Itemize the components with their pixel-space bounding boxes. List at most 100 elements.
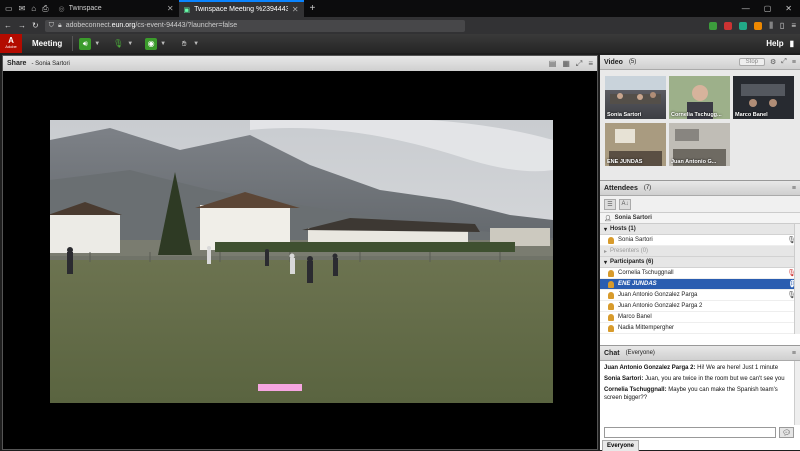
print-icon[interactable]: ⎙ xyxy=(42,4,48,14)
minimize-icon[interactable]: — xyxy=(742,4,750,13)
nav-right-icons: ⫼ ▯ ≡ xyxy=(709,21,796,31)
pod-menu-icon[interactable]: ≡ xyxy=(792,59,796,66)
speaker-button[interactable]: 🔊︎ ▼ xyxy=(73,37,106,50)
address-bar[interactable]: ⛉ 🔒︎ adobeconnect.eun.org/cs-event-94443… xyxy=(44,19,465,32)
user-icon xyxy=(608,280,614,288)
attendees-pod: Attendees (7) ≡ ☰ A↓ 👤︎ Sonia Sartori ▾ … xyxy=(600,180,800,345)
fullscreen-icon[interactable]: ⤢ xyxy=(576,59,582,69)
attendee-row[interactable]: Marco Banel xyxy=(600,312,800,323)
video-thumbnails: Sonia Sartori Cornelia Tschugg... Marco … xyxy=(600,70,800,180)
attendee-count: (7) xyxy=(643,185,652,191)
pod-menu-icon[interactable]: ≡ xyxy=(792,185,796,192)
attendee-name: Juan Antonio Gonzalez Parga xyxy=(618,292,698,298)
video-thumb[interactable]: ENE JUNDAS xyxy=(605,123,666,166)
right-column: Video (5) Stop ⚙ ⤢ ≡ Sonia Sartori Corne… xyxy=(600,55,800,451)
back-icon[interactable]: ← xyxy=(4,21,12,30)
chat-tab-everyone[interactable]: Everyone xyxy=(602,440,640,451)
help-menu[interactable]: Help xyxy=(766,39,783,48)
sidebar-toggle-icon[interactable]: ▯ xyxy=(780,21,784,30)
tab-title: Twinspace xyxy=(68,5,102,12)
forward-icon[interactable]: → xyxy=(18,21,26,30)
chat-pod: Chat (Everyone) ≡ Juan Antonio Gonzalez … xyxy=(600,345,800,451)
stop-video-button[interactable]: Stop xyxy=(738,58,766,66)
extension-green-icon[interactable] xyxy=(709,21,718,30)
tab-title: Twinspace Meeting %2394443 xyxy=(194,6,288,13)
presenters-group[interactable]: ▸ Presenters (0) xyxy=(600,246,800,257)
speaker-icon: 🔊︎ xyxy=(79,37,92,50)
chevron-down-icon[interactable]: ▼ xyxy=(160,41,166,47)
attendee-scrollbar[interactable] xyxy=(794,224,800,334)
connect-menubar: A Adobe Meeting 🔊︎ ▼ 🎙︎ ▼ ◉ ▼ ✋︎ ▼ Help ▮ xyxy=(0,34,800,53)
extension-teal-icon[interactable] xyxy=(739,21,748,30)
video-thumb[interactable]: Juan Antonio G... xyxy=(669,123,730,166)
menu-icon[interactable]: ≡ xyxy=(791,21,796,30)
chevron-down-icon[interactable]: ▼ xyxy=(193,41,199,47)
layout-grid-icon[interactable]: ▦ xyxy=(562,59,570,68)
attendee-name: Marco Banel xyxy=(618,314,652,320)
hosts-group[interactable]: ▾ Hosts (1) xyxy=(600,224,800,235)
video-thumb[interactable]: Cornelia Tschugg... xyxy=(669,76,730,119)
caption-highlight xyxy=(258,384,302,391)
pod-menu-icon[interactable]: ≡ xyxy=(588,59,593,68)
chat-message: Juan Antonio Gonzalez Parga 2: Hi! We ar… xyxy=(604,365,779,371)
mail-icon[interactable]: ✉ xyxy=(19,4,26,13)
host-user-icon xyxy=(608,236,614,244)
help-area: Help ▮ xyxy=(766,39,800,48)
maximize-icon[interactable]: ▢ xyxy=(764,4,772,13)
raise-hand-button[interactable]: ✋︎ ▼ xyxy=(172,38,205,50)
webcam-icon: ◉ xyxy=(145,37,158,50)
close-window-icon[interactable]: ✕ xyxy=(785,4,792,13)
new-tab-button[interactable]: + xyxy=(304,0,322,17)
sort-icon[interactable]: A↓ xyxy=(619,198,631,210)
chevron-down-icon[interactable]: ▼ xyxy=(94,41,100,47)
meeting-menu[interactable]: Meeting xyxy=(22,39,72,48)
chat-scrollbar[interactable] xyxy=(794,361,800,425)
list-view-icon[interactable]: ☰ xyxy=(604,198,616,210)
attendee-list: ▾ Hosts (1) Sonia Sartori 🎙︎ ▸ Presenter… xyxy=(600,224,800,334)
chat-pod-header: Chat (Everyone) ≡ xyxy=(600,346,800,361)
chat-input[interactable] xyxy=(604,427,776,438)
chevron-down-icon: ▾ xyxy=(604,259,608,266)
reload-icon[interactable]: ↻ xyxy=(32,21,39,30)
participants-group[interactable]: ▾ Participants (6) xyxy=(600,257,800,268)
attendee-row[interactable]: Juan Antonio Gonzalez Parga 🎙︎ xyxy=(600,290,800,301)
group-label: Presenters (0) xyxy=(610,248,649,254)
fullscreen-icon[interactable]: ⤢ xyxy=(781,58,787,66)
tab-favicon-icon: ▣ xyxy=(183,6,191,14)
pod-title: Share xyxy=(7,60,27,67)
attendee-name: Cornelia Tschuggnall xyxy=(618,270,674,276)
library-icon[interactable]: ⫼ xyxy=(769,21,773,31)
settings-icon[interactable]: ⚙ xyxy=(770,58,776,66)
video-thumb[interactable]: Marco Banel xyxy=(733,76,794,119)
tab-twinspace[interactable]: ◎ Twinspace ✕ xyxy=(54,0,179,17)
extension-orange-icon[interactable] xyxy=(754,21,763,30)
microphone-button[interactable]: 🎙︎ ▼ xyxy=(106,38,139,50)
extension-pdf-icon[interactable] xyxy=(724,21,733,30)
pod-menu-icon[interactable]: ≡ xyxy=(792,350,796,357)
attendee-row[interactable]: Sonia Sartori 🎙︎ xyxy=(600,235,800,246)
attendees-toolbar: ☰ A↓ xyxy=(600,196,800,213)
webcam-button[interactable]: ◉ ▼ xyxy=(139,37,172,50)
attendee-row[interactable]: Cornelia Tschuggnall 🎙︎ xyxy=(600,268,800,279)
chevron-down-icon[interactable]: ▼ xyxy=(127,41,133,47)
close-icon[interactable]: ✕ xyxy=(167,4,174,13)
video-thumb[interactable]: Sonia Sartori xyxy=(605,76,666,119)
video-count: (5) xyxy=(628,59,637,65)
layout-icon[interactable]: ▤ xyxy=(549,59,557,68)
attendee-row[interactable]: ENE JUNDAS 🎙︎ xyxy=(600,279,800,290)
send-icon: 💬︎ xyxy=(782,429,791,437)
close-icon[interactable]: ✕ xyxy=(292,5,299,14)
send-message-button[interactable]: 💬︎ xyxy=(779,427,794,438)
attendee-row[interactable]: Nadia Mittempergher xyxy=(600,323,800,334)
fullscreen-icon[interactable]: ▮ xyxy=(790,39,794,48)
chat-pod-controls: ≡ xyxy=(792,350,796,357)
current-user-name: Sonia Sartori xyxy=(614,215,652,221)
group-label: Hosts (1) xyxy=(610,226,636,232)
video-thumb-name: Marco Banel xyxy=(735,112,768,118)
tab-meeting[interactable]: ▣ Twinspace Meeting %2394443 ✕ xyxy=(178,0,304,17)
sidebar-icon[interactable]: ▭ xyxy=(5,4,13,13)
home-icon[interactable]: ⌂ xyxy=(31,4,36,13)
chat-message: Cornelia Tschuggnall: Maybe you can make… xyxy=(604,387,778,401)
attendees-pod-controls: ≡ xyxy=(792,185,796,192)
attendee-row[interactable]: Juan Antonio Gonzalez Parga 2 xyxy=(600,301,800,312)
